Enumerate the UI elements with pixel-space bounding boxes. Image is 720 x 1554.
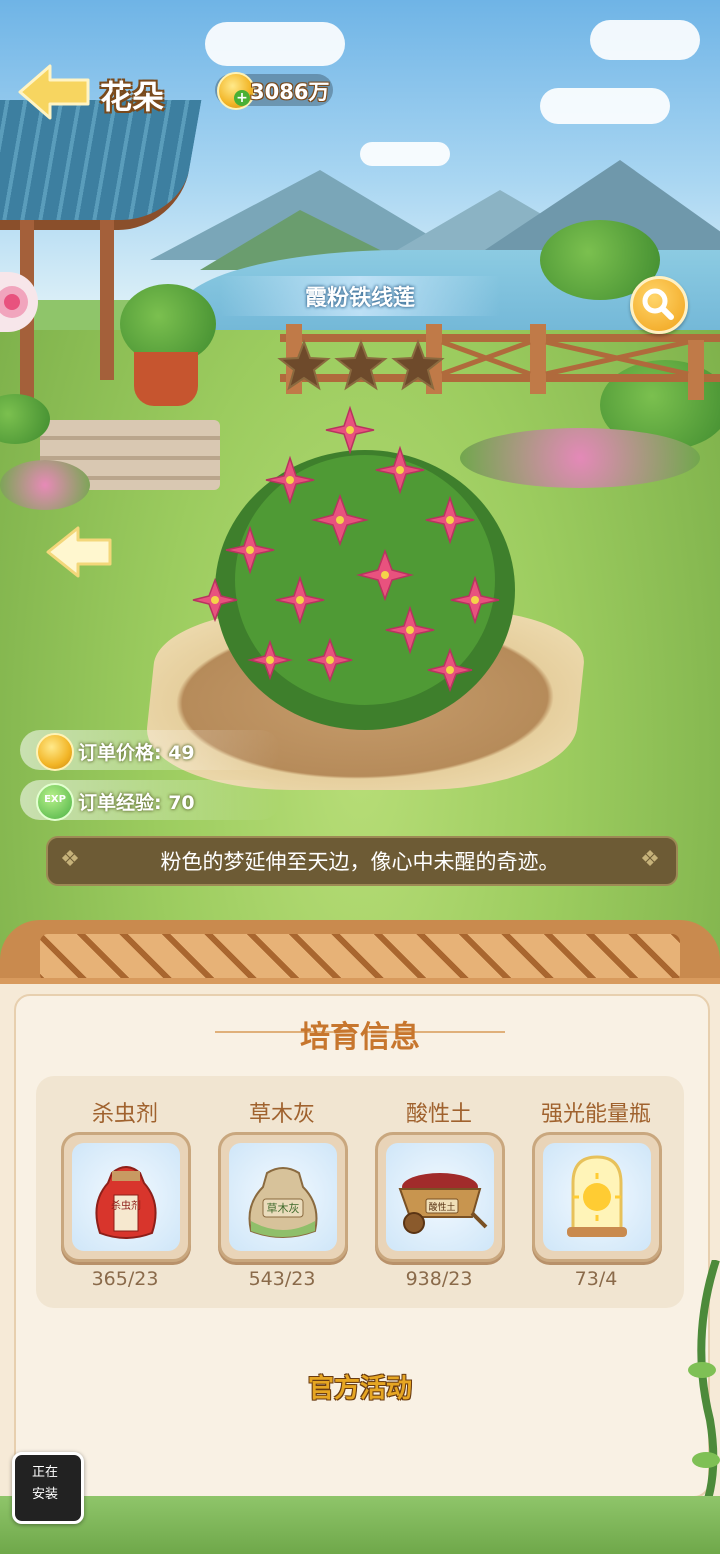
item-card-pesticide[interactable]: 杀虫剂 (61, 1132, 191, 1262)
exp-icon: EXP (36, 783, 74, 821)
item-label: 草木灰 (248, 1102, 315, 1127)
item-label: 杀虫剂 (91, 1102, 158, 1127)
cloud (205, 22, 345, 66)
acid-soil-tag: 酸性土 (428, 1201, 455, 1213)
cultivation-title: 培育信息 (300, 1020, 420, 1055)
bottom-grass (0, 1496, 720, 1554)
plus-icon[interactable]: + (234, 90, 250, 106)
flower-name: 霞粉铁线莲 (304, 286, 415, 311)
exp-badge-label: EXP (44, 794, 66, 805)
pesticide-bag-icon: 杀虫剂 (95, 1166, 157, 1239)
flower-collection-button[interactable] (0, 272, 38, 332)
order-exp: 订单经验: 70 (78, 792, 195, 814)
clematis-plant[interactable] (190, 390, 540, 740)
gold-coin-icon (36, 733, 74, 771)
plant-ash-sack-icon: 草木灰 (248, 1167, 318, 1238)
previous-flower-arrow-icon[interactable] (44, 524, 116, 580)
search-button[interactable] (630, 276, 688, 334)
pesticide-tag: 杀虫剂 (111, 1199, 141, 1212)
acid-soil-cart-icon: 酸性土 (398, 1173, 488, 1234)
installing-line1: 正在 (31, 1465, 58, 1480)
magnifier-icon (642, 288, 674, 320)
flower-bush (0, 460, 90, 510)
item-card-sunlight-jar[interactable] (532, 1132, 662, 1262)
plant-ash-tag: 草木灰 (267, 1201, 300, 1215)
back-arrow-icon[interactable] (14, 62, 94, 122)
item-card-background: 草木灰 (229, 1143, 337, 1251)
installing-text: 正在 安装 (12, 1462, 78, 1506)
cloud (590, 20, 700, 60)
flower-pot (134, 352, 198, 406)
page-title: 花朵 (100, 78, 165, 116)
item-count: 365/23 (91, 1268, 159, 1290)
pavilion-pillar (100, 220, 114, 380)
installing-line2: 安装 (31, 1487, 58, 1502)
item-label: 酸性土 (405, 1102, 472, 1127)
flower-quote: 粉色的梦延伸至天边，像心中未醒的奇迹。 (160, 850, 560, 874)
item-card-background: 酸性土 (386, 1143, 494, 1251)
sunlight-jar-icon (567, 1155, 627, 1237)
coin-amount: 3086万 (250, 80, 330, 104)
vine-decoration (688, 1260, 720, 1520)
pink-flower-icon (0, 286, 28, 318)
item-card-acid-soil[interactable]: 酸性土 (375, 1132, 505, 1262)
empty-star-icon (277, 339, 445, 391)
item-card-plant-ash[interactable]: 草木灰 (218, 1132, 348, 1262)
item-card-background (543, 1143, 651, 1251)
order-price: 订单价格: 49 (78, 742, 195, 764)
item-count: 543/23 (248, 1268, 316, 1290)
item-label: 强光能量瓶 (540, 1102, 651, 1127)
item-count: 73/4 (574, 1268, 618, 1290)
official-activity-link[interactable]: 官方活动 (0, 1368, 720, 1405)
cloud (540, 88, 670, 124)
panel-lattice (40, 934, 680, 982)
item-card-background: 杀虫剂 (72, 1143, 180, 1251)
rating-stars (277, 339, 445, 391)
item-count: 938/23 (405, 1268, 473, 1290)
